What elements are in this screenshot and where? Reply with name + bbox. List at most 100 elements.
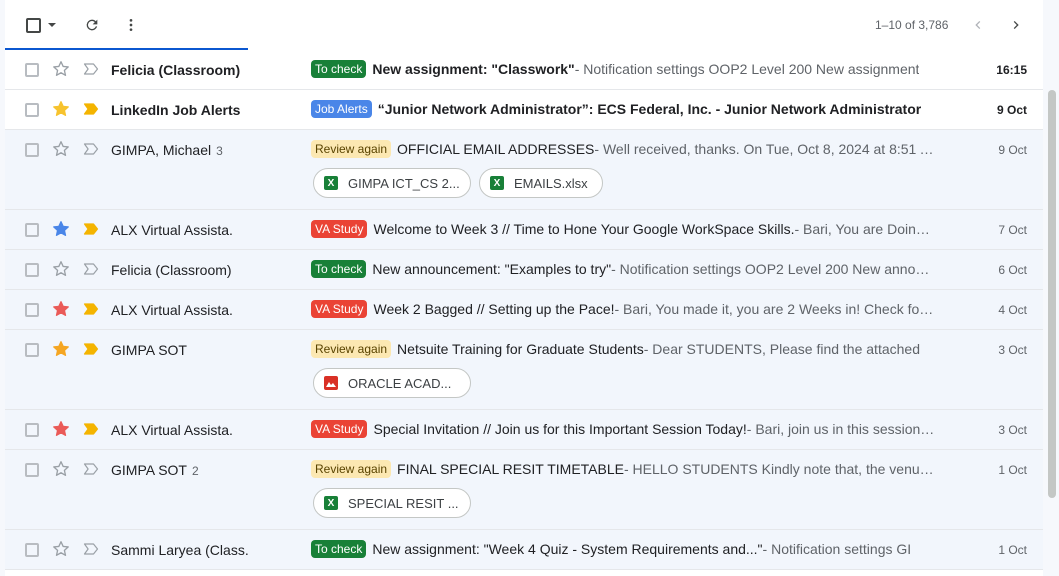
attachment-chips: X SPECIAL RESIT ... [313,488,479,518]
important-marker-icon[interactable] [83,222,99,236]
star-filled-icon[interactable] [51,419,71,439]
label-badge[interactable]: VA Study [311,220,368,238]
more-vert-icon [129,19,133,31]
email-snippet: - Dear STUDENTS, Please find the attache… [643,341,920,357]
email-date: 7 Oct [998,223,1027,237]
email-row[interactable]: GIMPA SOT 2 Review again FINAL SPECIAL RESI… [5,450,1043,530]
attachment-chip[interactable]: ORACLE ACAD... [313,368,471,398]
email-subject: Special Invitation // Join us for this I… [373,421,747,437]
not-important-marker-icon[interactable] [83,142,99,156]
row-checkbox[interactable] [25,543,39,557]
older-button[interactable] [1003,12,1029,38]
chevron-left-icon [975,21,981,29]
email-date: 3 Oct [998,423,1027,437]
refresh-button[interactable] [79,12,105,38]
label-badge[interactable]: To check [311,60,367,78]
email-snippet: - Notification settings OOP2 Level 200 N… [574,61,920,77]
row-checkbox[interactable] [25,223,39,237]
email-snippet: - Bari, You made it, you are 2 Weeks in!… [614,301,936,317]
label-badge[interactable]: VA Study [311,420,368,438]
email-row[interactable]: LinkedIn Job Alerts Job Alerts “Junior Net… [5,90,1043,130]
checkbox-icon [26,17,41,33]
email-snippet: - Well received, thanks. On Tue, Oct 8, … [594,141,935,157]
email-row[interactable]: GIMPA SOT Review again Netsuite Training f… [5,330,1043,410]
star-filled-icon[interactable] [51,99,71,119]
label-badge[interactable]: To check [311,260,367,278]
email-date: 6 Oct [998,263,1027,277]
star-filled-icon[interactable] [51,339,71,359]
email-content[interactable]: VA Study Week 2 Bagged // Setting up the … [311,300,935,318]
row-checkbox[interactable] [25,63,39,77]
important-marker-icon[interactable] [83,342,99,356]
not-important-marker-icon[interactable] [83,462,99,476]
email-content[interactable]: To check New assignment: "Week 4 Quiz - S… [311,540,935,558]
important-marker-icon[interactable] [83,102,99,116]
email-subject: New announcement: "Examples to try" [372,261,612,277]
email-row[interactable]: ALX Virtual Assista. VA Study Special Invi… [5,410,1043,450]
email-row[interactable]: ALX Virtual Assista. VA Study Week 2 Bagge… [5,290,1043,330]
email-date: 4 Oct [998,303,1027,317]
select-all-checkbox[interactable] [21,13,61,37]
sender-name: Felicia (Classroom) [111,262,232,278]
sender-name: ALX Virtual Assista. [111,422,233,438]
sender-text: Sammi Laryea (Class. [111,542,249,558]
star-outline-icon[interactable] [51,539,71,559]
star-outline-icon[interactable] [51,139,71,159]
important-marker-icon[interactable] [83,422,99,436]
important-marker-icon[interactable] [83,302,99,316]
star-outline-icon[interactable] [51,259,71,279]
email-content[interactable]: Job Alerts “Junior Network Administrator”… [311,100,935,118]
email-row[interactable]: Felicia (Classroom) To check New assignmen… [5,50,1043,90]
email-subject: New assignment: "Classwork" [372,61,575,77]
caret-down-icon[interactable] [48,23,56,27]
attachment-chip[interactable]: X EMAILS.xlsx [479,168,603,198]
sender-name: Felicia (Classroom) [111,62,240,78]
attachment-chips: ORACLE ACAD... [313,368,479,398]
more-options-button[interactable] [118,12,144,38]
attachment-chip[interactable]: X GIMPA ICT_CS 2... [313,168,471,198]
email-content[interactable]: Review again FINAL SPECIAL RESIT TIMETABL… [311,460,935,478]
email-subject: New assignment: "Week 4 Quiz - System Re… [372,541,763,557]
not-important-marker-icon[interactable] [83,542,99,556]
sender-text: ALX Virtual Assista. [111,222,233,238]
newer-button[interactable] [965,12,991,38]
attachment-chips: X GIMPA ICT_CS 2... X EMAILS.xlsx [313,168,611,198]
star-filled-icon[interactable] [51,219,71,239]
attachment-name: SPECIAL RESIT ... [348,495,459,511]
email-content[interactable]: Review again Netsuite Training for Gradua… [311,340,935,358]
email-content[interactable]: VA Study Special Invitation // Join us fo… [311,420,935,438]
row-checkbox[interactable] [25,263,39,277]
scrollbar-thumb[interactable] [1048,90,1056,498]
not-important-marker-icon[interactable] [83,262,99,276]
email-content[interactable]: To check New announcement: "Examples to t… [311,260,935,278]
attachment-chip[interactable]: X SPECIAL RESIT ... [313,488,471,518]
email-date: 1 Oct [998,463,1027,477]
email-row[interactable]: ALX Virtual Assista. VA Study Welcome to W… [5,210,1043,250]
row-checkbox[interactable] [25,303,39,317]
label-badge[interactable]: To check [311,540,367,558]
row-checkbox[interactable] [25,103,39,117]
email-row[interactable]: Felicia (Classroom) To check New announcem… [5,250,1043,290]
label-badge[interactable]: Review again [311,340,392,358]
email-row[interactable]: GIMPA, Michael 3 Review again OFFICIAL EMAI… [5,130,1043,210]
label-badge[interactable]: Review again [311,140,392,158]
sender-name: Sammi Laryea (Class. [111,542,249,558]
star-outline-icon[interactable] [51,459,71,479]
sender-name: LinkedIn Job Alerts [111,102,240,118]
toolbar: 1–10 of 3,786 [5,0,1043,50]
email-content[interactable]: Review again OFFICIAL EMAIL ADDRESSES - W… [311,140,935,158]
email-content[interactable]: To check New assignment: "Classwork" - No… [311,60,935,78]
label-badge[interactable]: Review again [311,460,392,478]
row-checkbox[interactable] [25,463,39,477]
star-filled-icon[interactable] [51,299,71,319]
label-badge[interactable]: Job Alerts [311,100,372,118]
sender-name: ALX Virtual Assista. [111,302,233,318]
label-badge[interactable]: VA Study [311,300,368,318]
email-row[interactable]: Sammi Laryea (Class. To check New assignme… [5,530,1043,570]
row-checkbox[interactable] [25,423,39,437]
row-checkbox[interactable] [25,143,39,157]
email-content[interactable]: VA Study Welcome to Week 3 // Time to Hon… [311,220,935,238]
star-outline-icon[interactable] [51,59,71,79]
not-important-marker-icon[interactable] [83,62,99,76]
row-checkbox[interactable] [25,343,39,357]
